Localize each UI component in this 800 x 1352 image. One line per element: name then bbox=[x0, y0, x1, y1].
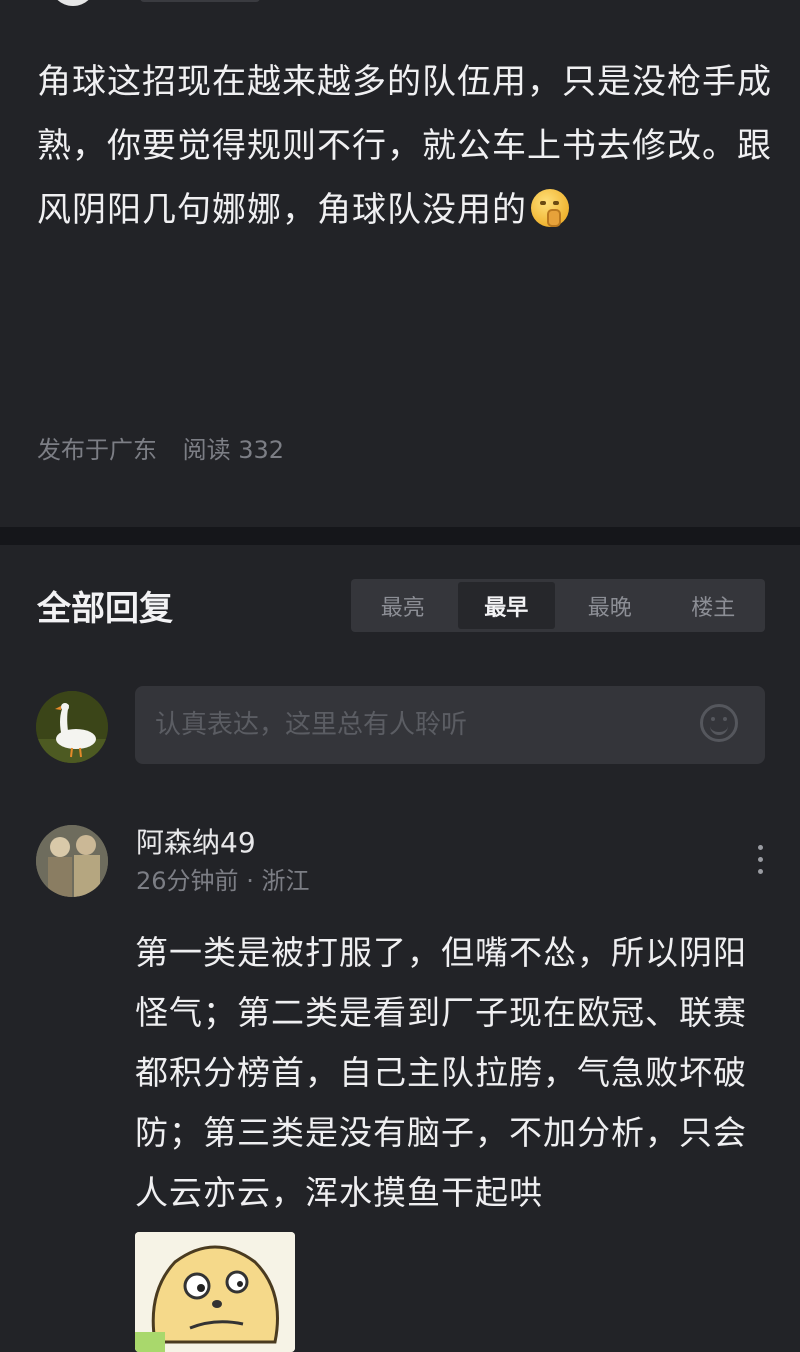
commenter-name[interactable]: 阿森纳49 bbox=[136, 821, 256, 861]
goose-icon bbox=[36, 691, 108, 763]
replies-title: 全部回复 bbox=[37, 589, 173, 629]
people-photo-icon bbox=[36, 825, 108, 897]
more-options-icon[interactable] bbox=[752, 845, 768, 879]
meta-separator: · bbox=[246, 867, 254, 895]
tab-earliest[interactable]: 最早 bbox=[457, 582, 555, 629]
goose-avatar[interactable] bbox=[36, 691, 108, 763]
top-avatar[interactable] bbox=[50, 0, 96, 6]
comment-meta: 26分钟前 · 浙江 bbox=[136, 861, 309, 896]
reply-composer bbox=[0, 667, 800, 787]
comment-text: 第一类是被打服了，但嘴不怂，所以阴阳怪气；第二类是看到厂子现在欧冠、联赛都积分榜… bbox=[135, 933, 747, 1212]
smiley-icon[interactable] bbox=[700, 704, 738, 742]
post-card: 角球这招现在越来越多的队伍用，只是没枪手成熟，你要觉得规则不行，就公车上书去修改… bbox=[0, 0, 800, 527]
tab-brightest[interactable]: 最亮 bbox=[354, 582, 452, 629]
sort-tabs: 最亮 最早 最晚 楼主 bbox=[351, 579, 765, 632]
post-read-count: 阅读 332 bbox=[182, 436, 285, 464]
commenter-avatar[interactable] bbox=[36, 825, 108, 897]
replies-header: 全部回复 最亮 最早 最晚 楼主 bbox=[0, 545, 800, 668]
post-text: 角球这招现在越来越多的队伍用，只是没枪手成熟，你要觉得规则不行，就公车上书去修改… bbox=[37, 62, 772, 230]
post-content: 角球这招现在越来越多的队伍用，只是没枪手成熟，你要觉得规则不行，就公车上书去修改… bbox=[37, 50, 777, 242]
tab-latest[interactable]: 最晚 bbox=[561, 582, 659, 629]
section-divider bbox=[0, 527, 800, 545]
confused-cartoon-sticker-icon[interactable] bbox=[135, 1232, 295, 1352]
reply-input[interactable] bbox=[135, 686, 765, 764]
shushing-face-emoji-icon bbox=[531, 189, 569, 227]
post-meta: 发布于广东 阅读 332 bbox=[37, 430, 302, 465]
comment-item: 阿森纳49 26分钟前 · 浙江 第一类是被打服了，但嘴不怂，所以阴阳怪气；第二… bbox=[0, 787, 800, 1352]
comment-location: 浙江 bbox=[261, 867, 310, 895]
top-username[interactable] bbox=[140, 0, 260, 2]
post-location: 发布于广东 bbox=[37, 436, 157, 464]
tab-original-poster[interactable]: 楼主 bbox=[665, 582, 763, 629]
comment-time: 26分钟前 bbox=[136, 867, 239, 895]
